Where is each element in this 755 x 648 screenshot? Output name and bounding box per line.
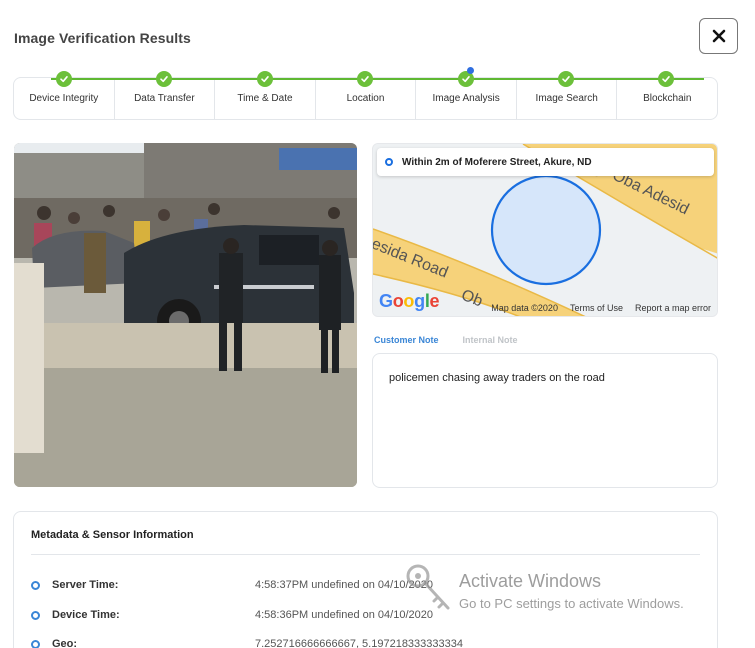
modal-title: Image Verification Results xyxy=(14,30,191,46)
active-step-indicator xyxy=(467,67,474,74)
metadata-card: Metadata & Sensor Information Server Tim… xyxy=(13,511,718,648)
customer-note-text: policemen chasing away traders on the ro… xyxy=(389,372,605,384)
metadata-row-server-time: Server Time: 4:58:37PM undefined on 04/1… xyxy=(31,577,433,593)
metadata-row-device-time: Device Time: 4:58:36PM undefined on 04/1… xyxy=(31,607,433,623)
close-button[interactable] xyxy=(699,18,738,54)
google-logo[interactable]: Google xyxy=(379,291,440,312)
activate-windows-subtitle: Go to PC settings to activate Windows. xyxy=(459,596,684,611)
metadata-title: Metadata & Sensor Information xyxy=(31,529,194,541)
metadata-key: Device Time: xyxy=(52,609,120,621)
map-data-attribution: Map data ©2020 xyxy=(491,303,558,313)
customer-note-box: policemen chasing away traders on the ro… xyxy=(372,353,718,488)
metadata-row-geo: Geo: 7.252716666666667, 5.19721833333333… xyxy=(31,636,463,648)
divider xyxy=(31,554,700,555)
check-icon xyxy=(156,71,172,87)
bullet-icon xyxy=(31,580,40,590)
location-text: Within 2m of Moferere Street, Akure, ND xyxy=(402,156,592,168)
tab-customer-note[interactable]: Customer Note xyxy=(374,335,439,345)
location-info-bar: Within 2m of Moferere Street, Akure, ND xyxy=(377,148,714,176)
step-label: Blockchain xyxy=(643,93,692,104)
check-icon xyxy=(357,71,373,87)
submitted-photo[interactable] xyxy=(14,143,357,487)
check-icon xyxy=(558,71,574,87)
note-tabs: Customer Note Internal Note xyxy=(374,335,518,345)
check-icon xyxy=(658,71,674,87)
location-pin-icon xyxy=(385,158,393,166)
step-label: Image Analysis xyxy=(432,93,500,104)
check-icon xyxy=(56,71,72,87)
activate-windows-title: Activate Windows xyxy=(459,571,602,591)
check-icon xyxy=(257,71,273,87)
metadata-key: Geo: xyxy=(52,638,78,648)
location-radius-circle xyxy=(490,174,602,286)
step-label: Location xyxy=(346,93,385,104)
step-label: Device Integrity xyxy=(29,93,99,104)
terms-of-use-link[interactable]: Terms of Use xyxy=(570,303,623,313)
step-label: Time & Date xyxy=(237,93,293,104)
report-map-error-link[interactable]: Report a map error xyxy=(635,303,711,313)
key-icon xyxy=(406,564,450,610)
bullet-icon xyxy=(31,639,40,648)
close-icon xyxy=(712,29,725,43)
metadata-value: 7.252716666666667, 5.197218333333334 xyxy=(255,638,463,648)
bullet-icon xyxy=(31,610,40,620)
step-label: Data Transfer xyxy=(134,93,195,104)
stepper-progress-line xyxy=(51,78,704,80)
map-footer: Map data ©2020 Terms of Use Report a map… xyxy=(491,303,711,313)
tab-internal-note[interactable]: Internal Note xyxy=(463,335,518,345)
metadata-key: Server Time: xyxy=(52,579,119,591)
location-map[interactable]: Oba Adesid esida Road Ob ro Within 2m of… xyxy=(372,143,718,317)
step-label: Image Search xyxy=(535,93,598,104)
